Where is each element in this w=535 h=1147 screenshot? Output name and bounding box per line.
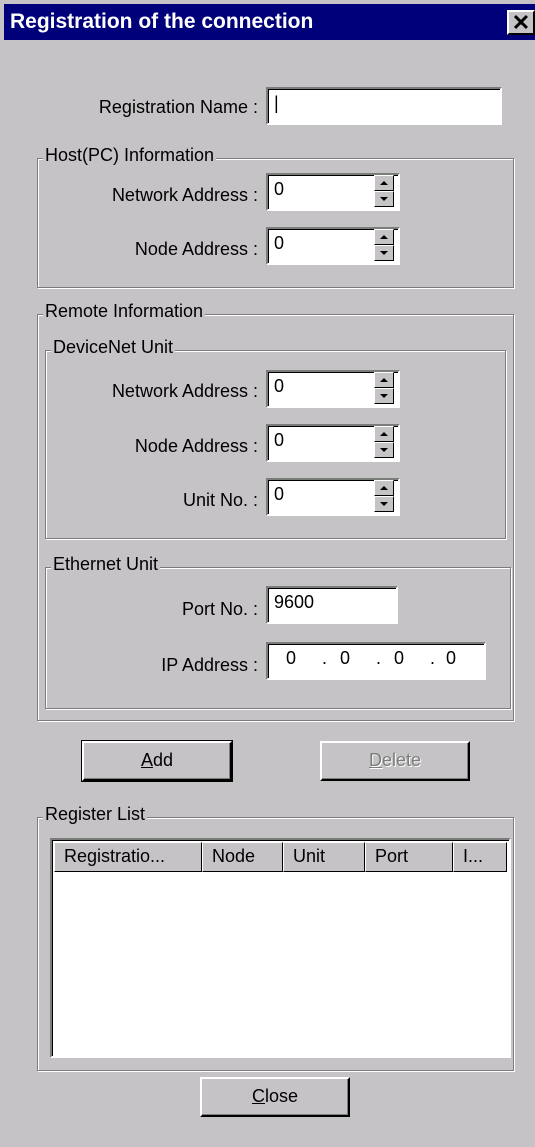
ip-separator: . <box>376 648 382 668</box>
add-mnemonic: A <box>140 750 153 770</box>
port-no-value: 9600 <box>274 592 315 612</box>
devicenet-node-address-spinner[interactable] <box>374 426 394 460</box>
host-network-address-spinner[interactable] <box>374 175 394 209</box>
host-network-address-label: Network Address : <box>111 185 258 205</box>
devicenet-node-address-value: 0 <box>274 430 285 450</box>
spin-up-icon[interactable] <box>374 426 394 442</box>
column-header-unit[interactable]: Unit <box>283 842 365 872</box>
ip-octet-2[interactable]: 0 <box>340 648 350 669</box>
add-label-rest: dd <box>152 750 174 770</box>
close-icon[interactable]: ✕ <box>507 10 535 35</box>
devicenet-network-address-spinner[interactable] <box>374 372 394 406</box>
ip-octet-1[interactable]: 0 <box>286 648 296 669</box>
host-network-address-value: 0 <box>274 179 285 199</box>
host-node-address-value: 0 <box>274 233 285 253</box>
column-header-port[interactable]: Port <box>365 842 453 872</box>
close-button[interactable]: Close <box>200 1077 350 1117</box>
spin-down-icon[interactable] <box>374 442 394 458</box>
registration-name-value: | <box>274 93 279 113</box>
ip-octet-4[interactable]: 0 <box>446 648 456 669</box>
ip-octet-3[interactable]: 0 <box>394 648 404 669</box>
column-header-node[interactable]: Node <box>202 842 283 872</box>
close-label-rest: lose <box>264 1086 299 1106</box>
close-mnemonic: C <box>251 1086 265 1106</box>
register-list-title: Register List <box>43 804 148 825</box>
devicenet-unit-no-input[interactable]: 0 <box>266 478 400 516</box>
ip-address-input[interactable]: 0 . 0 . 0 . 0 <box>266 642 486 680</box>
port-no-label: Port No. : <box>181 599 258 619</box>
delete-button[interactable]: Delete <box>320 741 470 781</box>
title-bar[interactable]: Registration of the connection ✕ <box>4 4 535 40</box>
delete-label-rest: elete <box>381 750 422 770</box>
delete-mnemonic: D <box>368 750 382 770</box>
devicenet-unit-no-label: Unit No. : <box>182 490 258 510</box>
column-header-registration[interactable]: Registratio... <box>54 842 202 872</box>
spin-up-icon[interactable] <box>374 372 394 388</box>
devicenet-unit-title: DeviceNet Unit <box>51 337 176 358</box>
ip-address-label: IP Address : <box>161 655 258 675</box>
devicenet-node-address-label: Node Address : <box>134 436 258 456</box>
host-node-address-input[interactable]: 0 <box>266 227 400 265</box>
host-info-title: Host(PC) Information <box>43 145 217 166</box>
window-title: Registration of the connection <box>10 10 314 33</box>
devicenet-network-address-value: 0 <box>274 376 285 396</box>
spin-up-icon[interactable] <box>374 175 394 191</box>
spin-down-icon[interactable] <box>374 388 394 404</box>
spin-up-icon[interactable] <box>374 229 394 245</box>
devicenet-unit-no-value: 0 <box>274 484 285 504</box>
registration-name-label: Registration Name : <box>98 97 258 117</box>
remote-info-title: Remote Information <box>43 301 206 322</box>
spin-down-icon[interactable] <box>374 191 394 207</box>
ip-separator: . <box>430 648 436 668</box>
devicenet-unit-no-spinner[interactable] <box>374 480 394 514</box>
spin-down-icon[interactable] <box>374 496 394 512</box>
ethernet-unit-title: Ethernet Unit <box>51 554 161 575</box>
devicenet-network-address-label: Network Address : <box>111 381 258 401</box>
column-header-ip[interactable]: I... <box>453 842 507 872</box>
devicenet-network-address-input[interactable]: 0 <box>266 370 400 408</box>
registration-name-input[interactable]: | <box>266 87 502 125</box>
registration-dialog: Registration of the connection ✕ Registr… <box>0 0 535 1147</box>
spin-down-icon[interactable] <box>374 245 394 261</box>
register-list-view[interactable]: Registratio... Node Unit Port I... <box>50 838 511 1058</box>
port-no-input[interactable]: 9600 <box>266 586 398 624</box>
ip-separator: . <box>322 648 328 668</box>
spin-up-icon[interactable] <box>374 480 394 496</box>
host-node-address-label: Node Address : <box>134 239 258 259</box>
host-network-address-input[interactable]: 0 <box>266 173 400 211</box>
devicenet-node-address-input[interactable]: 0 <box>266 424 400 462</box>
host-node-address-spinner[interactable] <box>374 229 394 263</box>
add-button[interactable]: Add <box>81 740 233 782</box>
